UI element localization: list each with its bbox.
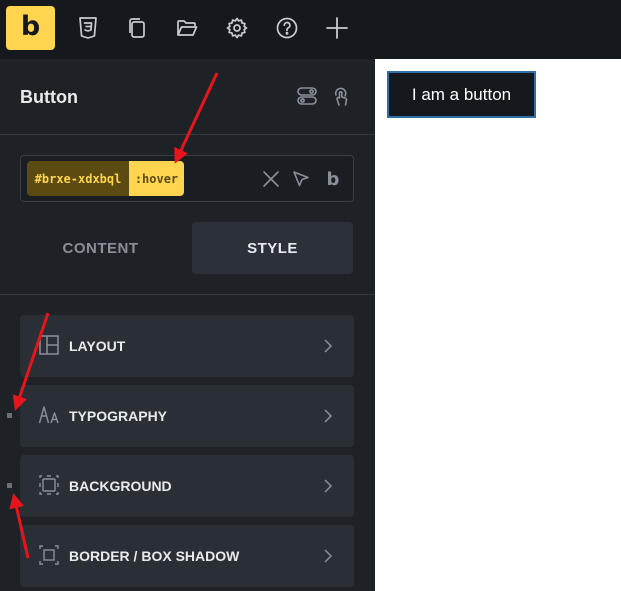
group-border-box-shadow[interactable]: BORDER / BOX SHADOW <box>20 525 354 587</box>
class-badge-icon[interactable]: b <box>323 169 343 190</box>
selector-state-chip[interactable]: :hover <box>129 161 184 196</box>
background-icon <box>38 474 60 496</box>
toggle-icon[interactable] <box>296 85 318 107</box>
close-icon[interactable] <box>261 169 281 189</box>
group-typography[interactable]: TYPOGRAPHY <box>20 385 354 447</box>
cursor-select-icon[interactable] <box>291 169 311 189</box>
chevron-right-icon <box>322 547 334 565</box>
preview-canvas: I am a button <box>375 59 621 591</box>
tab-content[interactable]: CONTENT <box>20 222 181 274</box>
group-indicator-dot <box>7 483 12 488</box>
add-icon[interactable] <box>324 13 350 43</box>
css-selector-field[interactable]: #brxe-xdxbql :hover b <box>20 155 354 202</box>
preview-button[interactable]: I am a button <box>387 71 536 118</box>
group-label: LAYOUT <box>69 338 126 354</box>
element-panel: Button #brxe-xdxbql :hover b CONTENT STY… <box>0 59 375 591</box>
typography-icon <box>38 404 60 426</box>
chevron-right-icon <box>322 337 334 355</box>
folder-icon[interactable] <box>174 13 200 43</box>
group-label: BACKGROUND <box>69 478 172 494</box>
group-label: BORDER / BOX SHADOW <box>69 548 240 564</box>
border-icon <box>38 544 60 566</box>
panel-header: Button <box>0 59 375 135</box>
chevron-right-icon <box>322 407 334 425</box>
panel-divider <box>0 294 375 295</box>
help-icon[interactable] <box>274 13 300 43</box>
tab-style[interactable]: STYLE <box>192 222 353 274</box>
pages-icon[interactable] <box>124 13 150 43</box>
settings-icon[interactable] <box>224 13 250 43</box>
group-label: TYPOGRAPHY <box>69 408 168 424</box>
group-layout[interactable]: LAYOUT <box>20 315 354 377</box>
css3-icon[interactable] <box>75 13 101 43</box>
top-toolbar: b <box>0 0 621 59</box>
chevron-right-icon <box>322 477 334 495</box>
bricks-logo-button[interactable]: b <box>6 6 55 50</box>
selector-id-chip[interactable]: #brxe-xdxbql <box>27 161 129 196</box>
hover-pointer-icon[interactable] <box>329 85 351 107</box>
panel-title: Button <box>20 87 78 107</box>
logo-letter: b <box>20 11 41 42</box>
group-background[interactable]: BACKGROUND <box>20 455 354 517</box>
layout-icon <box>38 334 60 356</box>
group-indicator-dot <box>7 413 12 418</box>
